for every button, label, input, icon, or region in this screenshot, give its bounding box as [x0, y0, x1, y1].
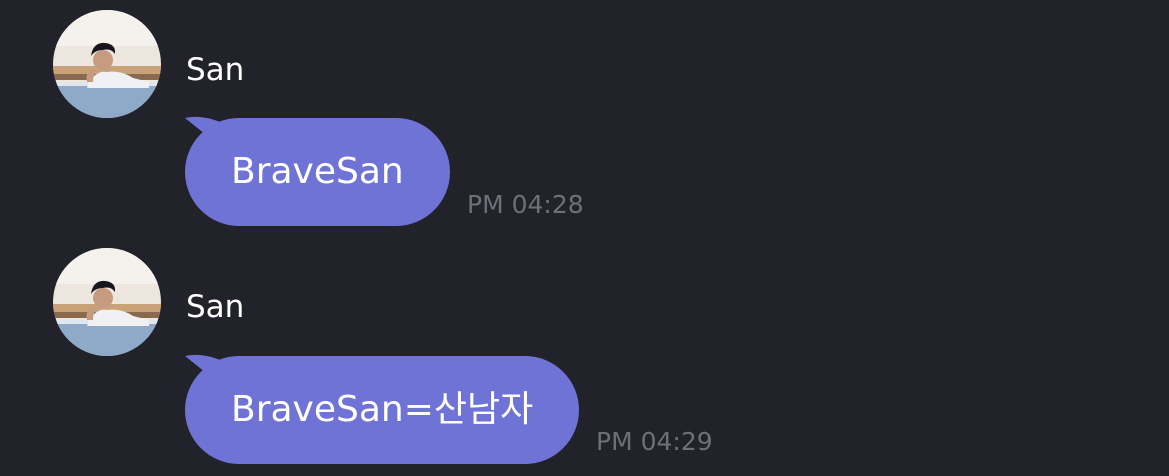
profile-photo-icon [53, 248, 161, 356]
message-timestamp: PM 04:28 [467, 190, 584, 219]
sender-name: San [186, 52, 245, 88]
avatar[interactable] [53, 10, 161, 118]
message-timestamp: PM 04:29 [596, 427, 713, 456]
sender-name: San [186, 289, 245, 325]
avatar[interactable] [53, 248, 161, 356]
profile-photo-icon [53, 10, 161, 118]
bubble-tail [185, 354, 225, 388]
bubble-tail [185, 116, 225, 150]
message-text: BraveSan=산남자 [231, 389, 534, 430]
message-text: BraveSan [231, 151, 404, 192]
message-bubble[interactable]: BraveSan [185, 116, 450, 226]
message-bubble[interactable]: BraveSan=산남자 [185, 354, 580, 464]
